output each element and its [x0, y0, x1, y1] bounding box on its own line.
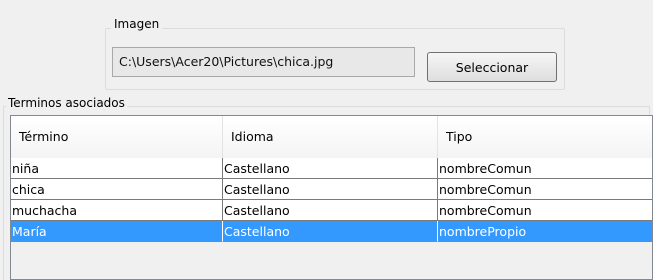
table-row[interactable]: chica Castellano nombreComun: [11, 179, 652, 200]
terms-table-header: Término Idioma Tipo: [11, 116, 652, 159]
image-path-field[interactable]: C:\Users\Acer20\Pictures\chica.jpg: [112, 47, 415, 77]
table-row-selected[interactable]: María Castellano nombrePropio: [11, 221, 652, 242]
terminos-group-legend: Terminos asociados: [6, 96, 127, 110]
cell-termino[interactable]: María: [11, 221, 223, 242]
cell-tipo[interactable]: nombreComun: [438, 200, 652, 221]
table-row[interactable]: muchacha Castellano nombreComun: [11, 200, 652, 221]
terms-table[interactable]: Término Idioma Tipo niña Castellano nomb…: [10, 115, 653, 280]
table-row[interactable]: niña Castellano nombreComun: [11, 158, 652, 179]
cell-termino[interactable]: muchacha: [11, 200, 223, 221]
cell-tipo[interactable]: nombreComun: [438, 179, 652, 200]
cell-idioma[interactable]: Castellano: [223, 179, 438, 200]
imagen-group-legend: Imagen: [111, 17, 163, 31]
cell-idioma[interactable]: Castellano: [223, 200, 438, 221]
cell-idioma[interactable]: Castellano: [223, 158, 438, 179]
select-image-button[interactable]: Seleccionar: [427, 52, 557, 82]
cell-tipo[interactable]: nombreComun: [438, 158, 652, 179]
column-header-idioma[interactable]: Idioma: [223, 116, 438, 158]
cell-termino[interactable]: niña: [11, 158, 223, 179]
column-header-tipo[interactable]: Tipo: [438, 116, 652, 158]
dialog-root: Imagen C:\Users\Acer20\Pictures\chica.jp…: [0, 0, 653, 280]
cell-termino[interactable]: chica: [11, 179, 223, 200]
cell-tipo[interactable]: nombrePropio: [438, 221, 652, 242]
cell-idioma[interactable]: Castellano: [223, 221, 438, 242]
column-header-termino[interactable]: Término: [11, 116, 223, 158]
